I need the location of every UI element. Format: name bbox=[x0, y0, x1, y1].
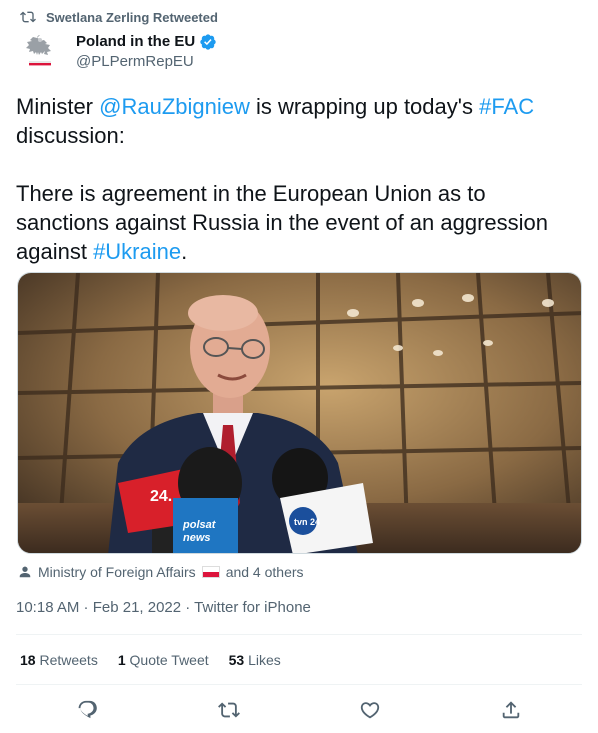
poland-flag-icon bbox=[201, 566, 220, 578]
tagged-account[interactable]: Ministry of Foreign Affairs bbox=[38, 564, 196, 580]
mic-label-news: news bbox=[183, 532, 211, 544]
hashtag-link-ukraine[interactable]: #Ukraine bbox=[93, 239, 181, 264]
mic-label-tvn24: tvn 24 bbox=[294, 517, 320, 527]
likes-label: Likes bbox=[244, 652, 281, 668]
retweets-count: 18 bbox=[20, 652, 36, 668]
quotes-label: Quote Tweet bbox=[125, 652, 209, 668]
tagged-others[interactable]: and 4 others bbox=[226, 564, 304, 580]
text-segment: . bbox=[181, 239, 188, 264]
photo-illustration: 24. polsat news tvn 24 bbox=[18, 273, 581, 553]
verified-badge-icon bbox=[200, 34, 216, 50]
likes-count: 53 bbox=[228, 652, 245, 668]
share-icon bbox=[502, 701, 520, 719]
mic-label-polsat: polsat bbox=[182, 519, 217, 531]
hashtag-link-fac[interactable]: #FAC bbox=[479, 94, 534, 119]
tweet-paragraph-2: There is agreement in the European Union… bbox=[16, 179, 581, 266]
tweet-paragraph-1: Minister @RauZbigniew is wrapping up tod… bbox=[16, 92, 581, 150]
like-icon bbox=[360, 702, 380, 719]
quote-tweets-stat[interactable]: 1 Quote Tweet bbox=[118, 652, 209, 668]
tagged-people[interactable]: Ministry of Foreign Affairs and 4 others bbox=[18, 563, 304, 581]
reply-icon bbox=[78, 700, 97, 719]
divider bbox=[16, 634, 582, 635]
tweet-photo[interactable]: 24. polsat news tvn 24 bbox=[17, 272, 582, 554]
share-button[interactable] bbox=[498, 697, 524, 723]
retweets-label: Retweets bbox=[35, 652, 98, 668]
avatar[interactable] bbox=[20, 30, 60, 70]
reply-button[interactable] bbox=[75, 697, 101, 723]
retweet-banner-text: Swetlana Zerling Retweeted bbox=[46, 9, 218, 25]
text-segment: Minister bbox=[16, 94, 100, 119]
quotes-count: 1 bbox=[117, 652, 126, 668]
retweets-stat[interactable]: 18 Retweets bbox=[20, 652, 98, 668]
retweet-button[interactable] bbox=[216, 697, 242, 723]
tweet-text: Minister @RauZbigniew is wrapping up tod… bbox=[16, 92, 581, 266]
mic-label-24: 24. bbox=[150, 488, 172, 505]
retweet-icon bbox=[218, 702, 240, 718]
author-handle[interactable]: @PLPermRepEU bbox=[76, 52, 217, 72]
likes-stat[interactable]: 53 Likes bbox=[229, 652, 281, 668]
tweet-author[interactable]: Poland in the EU @PLPermRepEU bbox=[76, 32, 217, 72]
author-name[interactable]: Poland in the EU bbox=[76, 32, 195, 52]
retweet-banner[interactable]: Swetlana Zerling Retweeted bbox=[20, 9, 218, 25]
tweet-actions bbox=[0, 697, 598, 723]
like-button[interactable] bbox=[357, 697, 383, 723]
mention-link[interactable]: @RauZbigniew bbox=[99, 94, 250, 119]
text-segment: is wrapping up today's bbox=[249, 94, 480, 119]
text-segment: discussion: bbox=[16, 123, 125, 148]
engagement-stats: 18 Retweets 1 Quote Tweet 53 Likes bbox=[20, 652, 281, 668]
tweet-timestamp[interactable]: 10:18 AM · Feb 21, 2022 · Twitter for iP… bbox=[16, 599, 311, 616]
retweet-icon bbox=[20, 11, 36, 23]
divider bbox=[16, 684, 582, 685]
polish-eagle-emblem-icon bbox=[20, 30, 60, 70]
person-icon bbox=[19, 566, 31, 578]
